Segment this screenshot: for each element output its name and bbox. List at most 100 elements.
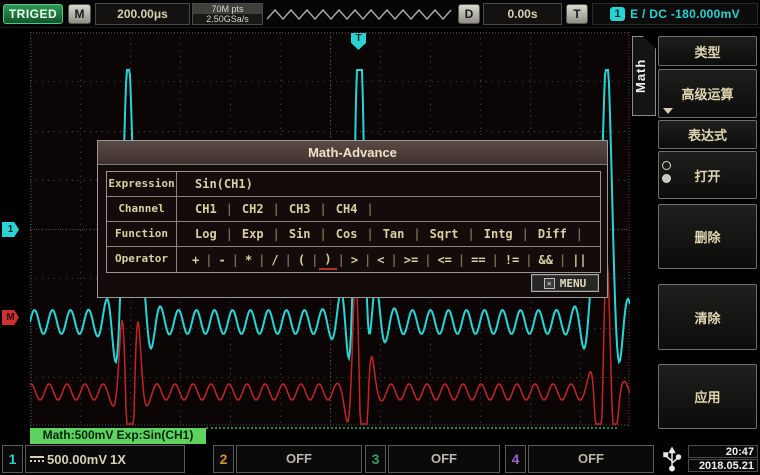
usb-icon [660,447,684,473]
option-<[interactable]: < [372,251,389,269]
operator-options[interactable]: +|-|*|/|(|)|>|<|>=|<=|==|!=|&&||| [177,247,600,272]
ch4-badge[interactable]: 4 [505,445,526,473]
option-separator: | [337,253,346,267]
ch3-badge[interactable]: 3 [365,445,386,473]
option-separator: | [272,227,281,241]
math-advance-dialog: Math-Advance Expression Sin(CH1) Channel… [97,140,608,298]
sidebar-button-delete[interactable]: 删除 [658,204,757,269]
option-separator: | [390,253,399,267]
expression-value[interactable]: Sin(CH1) [177,172,600,196]
option-==[interactable]: == [466,251,490,269]
math-baseline-dotted-line [206,427,617,429]
option-separator: | [457,253,466,267]
option--[interactable]: - [213,251,230,269]
ch3-status-box[interactable]: OFF [388,445,500,473]
option-Tan[interactable]: Tan [375,225,413,243]
ch4-status-box[interactable]: OFF [528,445,654,473]
option-Diff[interactable]: Diff [530,225,575,243]
trigger-status-badge: TRIGED [3,4,63,24]
option-separator: | [575,227,584,241]
math-level-marker[interactable]: M [2,310,19,325]
option-Cos[interactable]: Cos [328,225,366,243]
option-([interactable]: ( [293,251,310,269]
ch1-status-box[interactable]: 500.00mV 1X [25,445,185,473]
option-separator: | [412,227,421,241]
option-CH1[interactable]: CH1 [187,200,225,218]
delay-menu-button[interactable]: D [458,4,480,24]
ch2-badge[interactable]: 2 [213,445,234,473]
option-CH2[interactable]: CH2 [234,200,272,218]
option-Intg[interactable]: Intg [476,225,521,243]
close-icon: ✕ [544,278,555,289]
ch2-status-box[interactable]: OFF [236,445,362,473]
option-CH4[interactable]: CH4 [328,200,366,218]
option-Sqrt[interactable]: Sqrt [422,225,467,243]
delay-readout[interactable]: 0.00s [483,3,562,25]
option-Sin[interactable]: Sin [281,225,319,243]
sample-rate: 2.50GSa/s [193,14,262,24]
option-separator: | [319,227,328,241]
option-||[interactable]: || [567,251,591,269]
option-Log[interactable]: Log [187,225,225,243]
option-)[interactable]: ) [319,250,336,270]
ch1-scale: 500.00mV [47,452,107,467]
trigger-menu-button[interactable]: T [566,4,588,24]
option-separator: | [310,253,319,267]
option-separator: | [467,227,476,241]
ch1-badge[interactable]: 1 [2,445,23,473]
trigger-source-badge: 1 [610,7,625,21]
option-*[interactable]: * [240,251,257,269]
option->[interactable]: > [346,251,363,269]
function-options[interactable]: Log|Exp|Sin|Cos|Tan|Sqrt|Intg|Diff| [177,222,600,246]
trigger-info-readout[interactable]: 1 E / DC -180.000mV [592,3,758,25]
sidebar-button-advanced-math[interactable]: 高级运算 [658,69,757,118]
option-separator: | [521,227,530,241]
channel-row: Channel CH1|CH2|CH3|CH4| [107,197,600,222]
dialog-title: Math-Advance [98,141,607,165]
timebase-readout[interactable]: 200.00μs [95,3,190,25]
option-Sin(CH1)[interactable]: Sin(CH1) [187,175,261,193]
date-value: 2018.05.21 [688,459,758,472]
ch1-level-marker[interactable]: 1 [2,222,19,237]
option-!=[interactable]: != [500,251,524,269]
sidebar-button-apply[interactable]: 应用 [658,364,757,429]
option-separator: | [272,202,281,216]
acquisition-readout: 70M pts 2.50GSa/s [192,3,263,25]
sidebar-button-clear[interactable]: 清除 [658,284,757,350]
option-separator: | [558,253,567,267]
option-separator: | [363,253,372,267]
option-Exp[interactable]: Exp [234,225,272,243]
time-value: 20:47 [688,445,758,458]
sidebar-button-open[interactable]: 打开 [658,151,757,199]
radio-indicator [662,161,671,183]
menu-button[interactable]: ✕ MENU [531,274,599,292]
sidebar-button-type[interactable]: 类型 [658,36,757,66]
sidebar-button-expression[interactable]: 表达式 [658,120,757,149]
channel-options[interactable]: CH1|CH2|CH3|CH4| [177,197,600,221]
option-&&[interactable]: && [534,251,558,269]
option-separator: | [257,253,266,267]
option-separator: | [319,202,328,216]
option-CH3[interactable]: CH3 [281,200,319,218]
channel-label: Channel [107,197,177,221]
horizontal-menu-button[interactable]: M [68,4,91,24]
tab-math[interactable]: Math [632,36,656,116]
math-status-badge: Math:500mV Exp:Sin(CH1) [30,428,206,444]
option-separator: | [225,227,234,241]
option-separator: | [524,253,533,267]
waveform-strip-icon [267,7,455,22]
option-<=[interactable]: <= [432,251,456,269]
option->=[interactable]: >= [399,251,423,269]
trigger-info-text: E / DC -180.000mV [630,7,740,21]
chevron-down-icon [663,108,673,114]
option-separator: | [284,253,293,267]
ch1-probe: 1X [110,452,126,467]
memory-depth: 70M pts [193,4,262,14]
operator-row: Operator +|-|*|/|(|)|>|<|>=|<=|==|!=|&&|… [107,247,600,272]
option-separator: | [365,227,374,241]
option-+[interactable]: + [187,251,204,269]
option-separator: | [365,202,374,216]
option-separator: | [225,202,234,216]
option-/[interactable]: / [266,251,283,269]
radio-off-icon [662,161,671,170]
